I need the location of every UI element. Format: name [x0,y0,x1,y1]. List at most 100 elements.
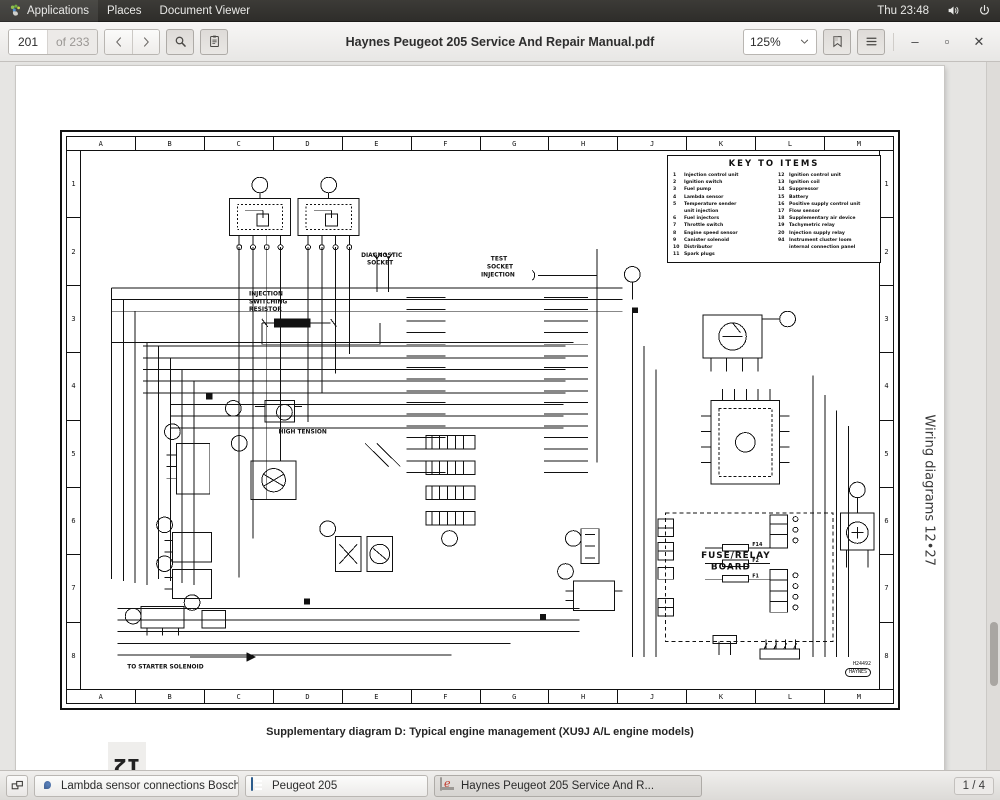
key-item-text: Injection control unit [684,173,739,178]
minimize-button[interactable]: – [902,29,928,55]
key-item: unit injection [673,208,770,215]
grid-col-label: F [412,690,481,703]
hamburger-menu-icon [865,37,877,46]
key-item: 94 Instrument cluster loom [778,237,875,244]
total-pages-label: of 233 [47,29,98,54]
applications-menu[interactable]: Applications [0,0,99,22]
taskbar-item-document-viewer[interactable]: Haynes Peugeot 205 Service And R... [434,774,702,797]
zoom-level-combobox[interactable]: 125% [743,28,817,55]
show-desktop-icon[interactable] [6,774,28,797]
key-item-text: Fuel injectors [684,216,720,222]
grid-col-label: K [687,137,757,150]
key-right-column: 12 Ignition control unit 13 Ignition coil … [778,172,875,258]
grid-row-label: 6 [67,488,80,556]
desktop-top-panel: Applications Places Document Viewer Thu … [0,0,1000,22]
grid-row-label: 6 [880,488,893,556]
taskbar-item-firefox[interactable]: Lambda sensor connections Bosch ... [34,774,239,797]
key-item-number: 11 [673,252,680,258]
next-page-button[interactable] [132,29,160,54]
grid-col-label: M [856,692,862,701]
key-item-text: Distributor [684,245,713,251]
search-icon [175,36,186,47]
clock-label: Thu 23:48 [877,4,929,17]
bookmark-button[interactable] [823,28,851,55]
grid-col-label: J [618,137,688,150]
grid-col-label: L [756,137,826,150]
key-item: 20 Injection supply relay [778,230,875,237]
vertical-scrollbar-thumb[interactable] [990,622,998,686]
key-item-number: 10 [673,245,680,251]
key-item-text: Lambda sensor [684,194,724,200]
chevron-down-icon [800,39,809,44]
key-item: 7 Throttle switch [673,222,770,229]
taskbar-item-label: Haynes Peugeot 205 Service And R... [461,779,655,792]
annotations-button[interactable] [200,28,229,55]
key-item: internal connection panel [778,244,875,251]
places-menu[interactable]: Places [98,0,151,22]
minimize-glyph: – [911,34,919,49]
key-item-text: Ignition switch [684,180,723,186]
key-item-number: 6 [673,216,677,222]
svg-text:FUSE/RELAY: FUSE/RELAY [701,551,771,561]
page-number-input[interactable]: 201 [9,29,47,54]
key-item-text: internal connection panel [789,245,856,251]
key-item-number: 7 [673,223,677,229]
page-navigation-entry[interactable]: 201 of 233 [8,28,99,55]
key-item-number: 14 [778,187,785,193]
power-icon[interactable] [969,0,1000,22]
stamp-code: H24492 [852,661,871,667]
grid-col-label: D [274,137,343,150]
document-viewer-window: 201 of 233 Haynes Peugeot 205 Service An… [0,22,1000,770]
annotations-icon [209,35,219,48]
grid-row-label: 1 [880,151,893,219]
grid-row-label: 3 [880,286,893,354]
headerbar-right-controls: 125% – ▫ ✕ [743,28,992,55]
grid-row-label: 7 [880,555,893,623]
grid-row-label: 5 [880,421,893,488]
workspace-indicator[interactable]: 1 / 4 [953,776,994,795]
key-item: 19 Tachymetric relay [778,222,875,229]
grid-reference-right: 1 2 3 4 5 6 7 8 [879,151,893,689]
page-folio-value: 12 [113,754,141,770]
vertical-scrollbar[interactable] [986,62,1000,770]
active-application-menu[interactable]: Document Viewer [151,0,260,22]
wiring-diagram-inner-border: A B C D E F G H J K L M A B C D E F G H … [66,136,894,704]
svg-text:INJECTION: INJECTION [481,272,515,278]
key-item: 10 Distributor [673,244,770,251]
key-item-text: Battery [789,194,809,200]
grid-reference-left: 1 2 3 4 5 6 7 8 [67,151,81,689]
key-item-text: Ignition control unit [789,173,841,178]
previous-page-button[interactable] [105,29,133,54]
maximize-button[interactable]: ▫ [934,29,960,55]
chapter-side-label: Wiring diagrams 12•27 [921,414,936,566]
document-scroll-container[interactable]: A B C D E F G H J K L M A B C D E F G H … [0,62,986,770]
grid-col-label: H [549,690,619,703]
key-item-text: Positive supply control unit [789,201,861,207]
search-button[interactable] [166,28,195,55]
key-item: 2 Ignition switch [673,179,770,186]
key-item-number: 94 [778,237,785,243]
grid-row-label: 2 [67,218,80,286]
grid-col-label: L [756,690,826,703]
key-item: 13 Ignition coil [778,179,875,186]
grid-col-label: H [549,137,619,150]
headerbar-left-controls: 201 of 233 [8,28,229,55]
main-menu-button[interactable] [857,28,885,55]
applications-menu-label: Applications [27,4,90,17]
taskbar-item-label: Lambda sensor connections Bosch ... [61,779,239,792]
grid-col-label: B [136,690,205,703]
key-item: 11 Spark plugs [673,251,770,258]
taskbar-item-file-manager[interactable]: Peugeot 205 [245,774,428,797]
close-glyph: ✕ [973,33,985,49]
active-application-label: Document Viewer [159,4,251,17]
key-item-number: 8 [673,230,677,236]
key-item-text: unit injection [684,209,719,215]
key-item-number: 18 [778,216,785,222]
grid-col-label: A [67,690,136,703]
volume-icon[interactable] [938,0,969,22]
panel-clock[interactable]: Thu 23:48 [868,0,938,22]
close-button[interactable]: ✕ [966,29,992,55]
svg-text:INJECTION: INJECTION [249,292,283,298]
key-item-text: Spark plugs [684,252,715,258]
workspace-indicator-label: 1 / 4 [962,779,985,792]
